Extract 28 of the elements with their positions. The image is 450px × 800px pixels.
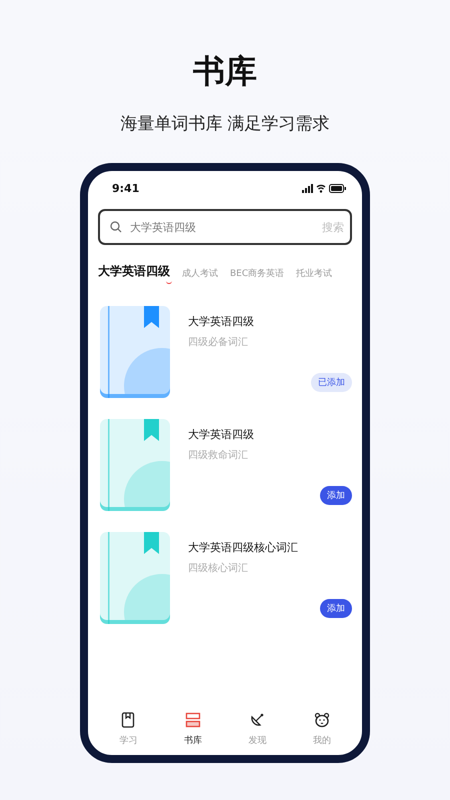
book-subtitle: 四级必备词汇	[188, 336, 249, 349]
search-action[interactable]: 搜索	[322, 220, 344, 234]
book-subtitle: 四级核心词汇	[188, 562, 249, 575]
book-title: 大学英语四级核心词汇	[188, 540, 299, 555]
category-tab[interactable]: 大学英语四级	[98, 263, 170, 284]
status-time: 9:41	[112, 182, 140, 194]
book-icon	[120, 712, 136, 728]
status-icons	[302, 184, 346, 192]
book-subtitle: 四级救命词汇	[188, 449, 249, 462]
category-tab[interactable]: BEC商务英语	[230, 267, 284, 284]
book-title: 大学英语四级	[188, 427, 255, 442]
bear-face-icon	[314, 712, 330, 728]
search-field[interactable]: 大学英语四级 搜索	[98, 209, 352, 245]
page-title: 书库	[193, 51, 257, 92]
book-title: 大学英语四级	[188, 314, 255, 329]
add-button[interactable]: 添加	[320, 486, 352, 505]
add-button[interactable]: 添加	[320, 599, 352, 618]
added-button[interactable]: 已添加	[311, 373, 352, 392]
page-subtitle: 海量单词书库 满足学习需求	[120, 113, 330, 135]
nav-tab[interactable]: 我的	[302, 712, 342, 747]
nav-tab[interactable]: 发现	[237, 712, 278, 747]
search-icon	[110, 221, 122, 233]
stacked-books-icon	[184, 712, 201, 728]
category-tab[interactable]: 托业考试	[296, 267, 332, 284]
satellite-dish-icon	[249, 712, 266, 728]
nav-tab[interactable]: 学习	[108, 712, 148, 747]
nav-tab[interactable]: 书库	[172, 712, 213, 747]
category-tab[interactable]: 成人考试	[182, 267, 218, 284]
